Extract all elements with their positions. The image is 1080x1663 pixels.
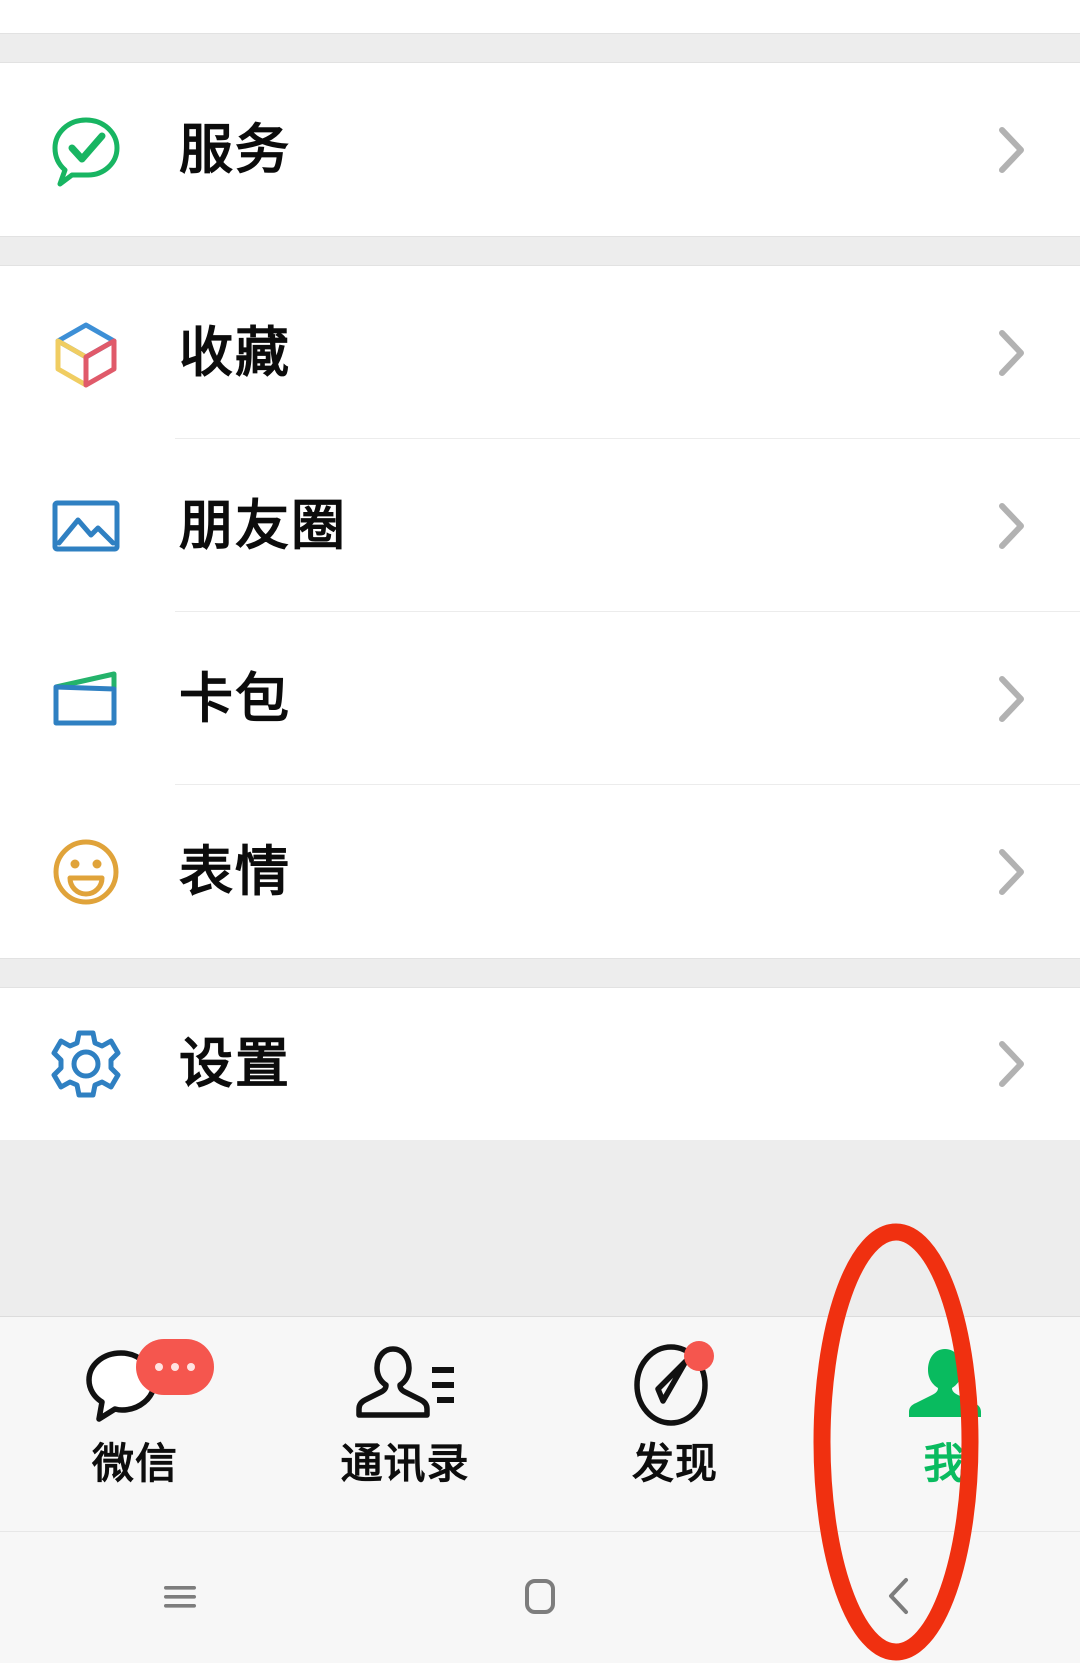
chat-bubbles-icon xyxy=(80,1339,214,1431)
nav-recents-button[interactable] xyxy=(0,1532,360,1663)
favorites-cube-icon xyxy=(48,315,124,391)
nav-home-button[interactable] xyxy=(360,1532,720,1663)
bottom-tab-bar: 微信 通讯录 发现 我 xyxy=(0,1316,1080,1531)
row-stickers[interactable]: 表情 xyxy=(0,785,1080,958)
chevron-right-icon xyxy=(998,502,1026,550)
discover-red-dot-badge xyxy=(684,1341,714,1371)
section-gap-middle xyxy=(0,236,1080,266)
me-content-list: 服务 收藏 朋友圈 卡包 表情 设置 xyxy=(0,0,1080,1316)
section-gap-bottom xyxy=(0,958,1080,988)
settings-gear-icon xyxy=(48,1026,124,1102)
chats-unread-badge xyxy=(136,1339,214,1395)
menu-lines-icon xyxy=(150,1566,210,1630)
row-label-stickers: 表情 xyxy=(179,839,291,903)
tab-me[interactable]: 我 xyxy=(810,1317,1080,1531)
wechat-me-screen: 服务 收藏 朋友圈 卡包 表情 设置 微信 通讯录 发现 我 xyxy=(0,0,1080,1663)
services-section: 服务 xyxy=(0,63,1080,236)
chevron-right-icon xyxy=(998,1040,1026,1088)
stickers-smiley-icon xyxy=(48,834,124,910)
chevron-right-icon xyxy=(998,848,1026,896)
android-navigation-bar xyxy=(0,1531,1080,1663)
row-label-cards: 卡包 xyxy=(179,666,291,730)
chevron-right-icon xyxy=(998,329,1026,377)
tab-label-me: 我 xyxy=(923,1439,967,1488)
tab-discover[interactable]: 发现 xyxy=(540,1317,810,1531)
tab-contacts[interactable]: 通讯录 xyxy=(270,1317,540,1531)
tab-label-contacts: 通讯录 xyxy=(340,1439,470,1488)
nav-back-button[interactable] xyxy=(720,1532,1080,1663)
row-favorites[interactable]: 收藏 xyxy=(0,266,1080,439)
discover-compass-icon xyxy=(620,1339,730,1431)
top-white-spacer xyxy=(0,0,1080,33)
section-gap-top xyxy=(0,33,1080,63)
row-label-services: 服务 xyxy=(179,117,291,181)
back-chevron-icon xyxy=(870,1566,930,1630)
row-cards[interactable]: 卡包 xyxy=(0,612,1080,785)
cards-wallet-icon xyxy=(48,661,124,737)
row-services[interactable]: 服务 xyxy=(0,63,1080,236)
chevron-right-icon xyxy=(998,675,1026,723)
content-section: 收藏 朋友圈 卡包 表情 xyxy=(0,266,1080,958)
chevron-right-icon xyxy=(998,126,1026,174)
home-square-icon xyxy=(510,1566,570,1630)
settings-section: 设置 xyxy=(0,988,1080,1140)
tab-label-chats: 微信 xyxy=(91,1439,178,1488)
me-person-icon xyxy=(890,1339,1000,1431)
moments-photo-icon xyxy=(48,488,124,564)
row-label-settings: 设置 xyxy=(179,1032,291,1095)
services-chat-check-icon xyxy=(48,112,124,188)
row-label-favorites: 收藏 xyxy=(179,320,291,384)
contacts-person-icon xyxy=(350,1339,460,1431)
tab-label-discover: 发现 xyxy=(631,1439,718,1488)
row-settings[interactable]: 设置 xyxy=(0,988,1080,1140)
tab-chats[interactable]: 微信 xyxy=(0,1317,270,1531)
row-moments[interactable]: 朋友圈 xyxy=(0,439,1080,612)
row-label-moments: 朋友圈 xyxy=(179,493,347,557)
